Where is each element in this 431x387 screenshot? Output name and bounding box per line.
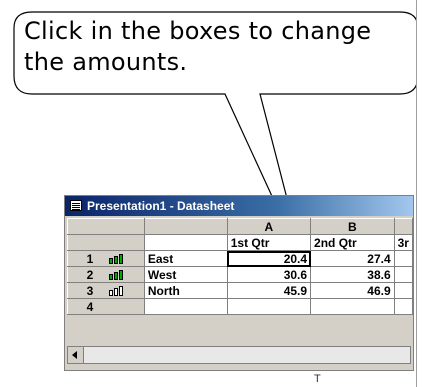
row-number: 4 — [86, 299, 94, 314]
cell-header-c[interactable]: 3r — [393, 234, 413, 251]
row-header-4[interactable]: 4 — [67, 298, 145, 315]
row-number: 1 — [86, 251, 94, 266]
cell-c3[interactable] — [393, 282, 413, 299]
callout-text: Click in the boxes to change the amounts… — [24, 17, 372, 76]
row-header-2[interactable]: 2 — [67, 266, 145, 283]
cell-a2[interactable]: 30.6 — [226, 266, 312, 283]
cell-header-b[interactable]: 2nd Qtr — [310, 234, 395, 251]
cell-b2[interactable]: 38.6 — [310, 266, 395, 283]
column-header-c[interactable] — [393, 218, 413, 235]
cell-b3[interactable]: 46.9 — [310, 282, 395, 299]
cell-a4[interactable] — [226, 298, 312, 315]
row-number: 3 — [86, 283, 94, 298]
horizontal-scrollbar[interactable] — [67, 346, 411, 364]
cell-b1[interactable]: 27.4 — [310, 250, 395, 267]
datasheet-title-bar[interactable]: Presentation1 - Datasheet — [65, 196, 413, 216]
cell-c4[interactable] — [393, 298, 413, 315]
column-header-b[interactable]: B — [310, 218, 395, 235]
bar-chart-icon — [109, 254, 125, 265]
cell-label[interactable] — [143, 298, 228, 315]
datasheet-icon — [70, 200, 82, 211]
datasheet-window[interactable]: Presentation1 - Datasheet A B 1st Qtr 2n… — [64, 195, 414, 371]
corner-cell[interactable] — [67, 218, 145, 235]
cell-label[interactable]: West — [143, 266, 228, 283]
cell-b4[interactable] — [310, 298, 395, 315]
column-header-a[interactable]: A — [226, 218, 312, 235]
table-row: 4 — [67, 298, 413, 315]
cell-label[interactable]: East — [143, 250, 228, 267]
bar-chart-icon — [109, 270, 125, 281]
row-header-3[interactable]: 3 — [67, 282, 145, 299]
cell-header-a[interactable]: 1st Qtr — [226, 234, 312, 251]
slide-edge — [416, 0, 431, 387]
cell-header-label[interactable] — [143, 234, 228, 251]
cell-c1[interactable] — [393, 250, 413, 267]
row-header-1[interactable]: 1 — [67, 250, 145, 267]
cell-label[interactable]: North — [143, 282, 228, 299]
cell-a1[interactable]: 20.4 — [226, 250, 312, 267]
bar-chart-icon — [109, 286, 125, 297]
row-number: 2 — [86, 267, 94, 282]
cell-c2[interactable] — [393, 266, 413, 283]
scroll-left-arrow-icon[interactable] — [68, 347, 84, 363]
table-row: 2 West 30.6 38.6 — [67, 266, 413, 283]
cell-a3[interactable]: 45.9 — [226, 282, 312, 299]
header-row: 1st Qtr 2nd Qtr 3r — [67, 234, 413, 251]
column-header-blank[interactable] — [143, 218, 228, 235]
datasheet-title: Presentation1 - Datasheet — [87, 199, 235, 213]
column-letter-row: A B — [67, 218, 413, 235]
table-row: 3 North 45.9 46.9 — [67, 282, 413, 299]
datasheet-grid: A B 1st Qtr 2nd Qtr 3r 1 East 20.4 27.4 … — [67, 218, 413, 315]
text-cursor: T — [314, 373, 321, 385]
table-row: 1 East 20.4 27.4 — [67, 250, 413, 267]
row-header-blank[interactable] — [67, 234, 145, 251]
